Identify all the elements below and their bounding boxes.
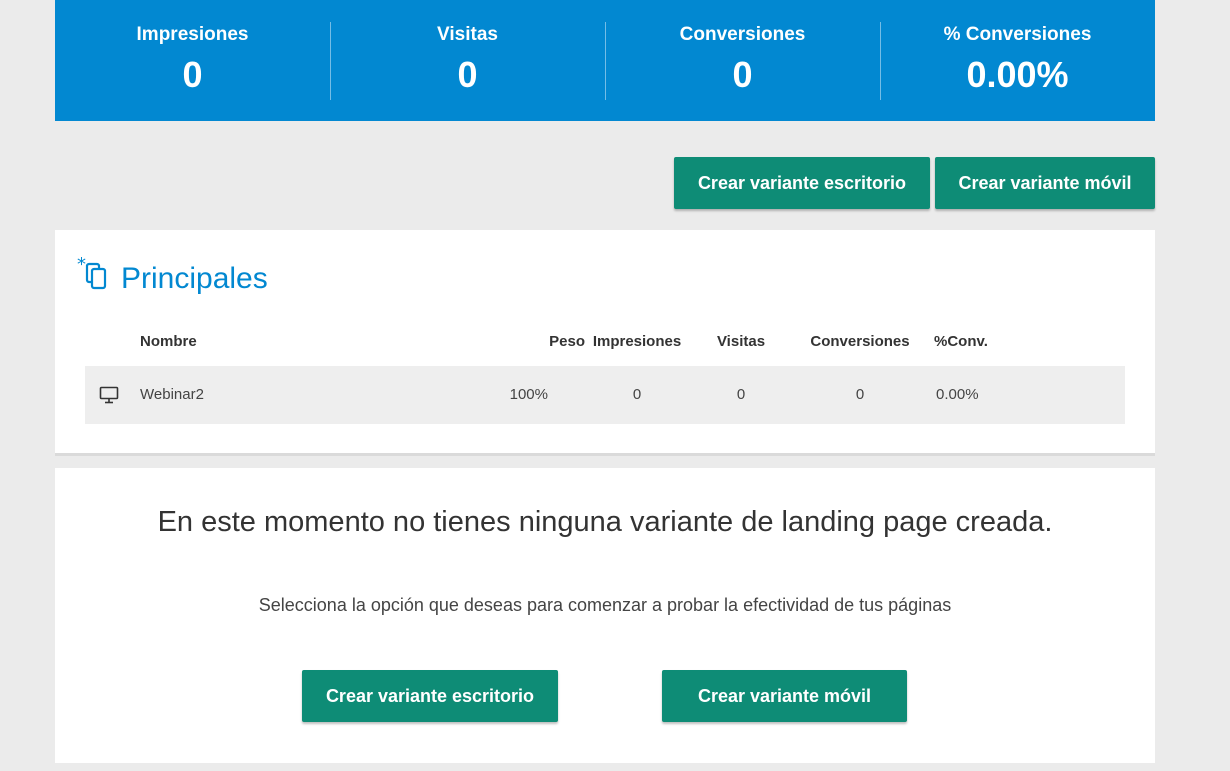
stat-value: 0 <box>182 54 203 95</box>
col-conv-pct: %Conv. <box>934 333 988 350</box>
svg-text:*: * <box>77 256 86 275</box>
stat-impresiones: Impresiones 0 <box>55 0 330 121</box>
table-row[interactable]: Webinar2 100% 0 0 0 0.00% <box>85 366 1125 424</box>
empty-create-desktop-variant-button[interactable]: Crear variante escritorio <box>302 670 558 722</box>
copy-pages-icon: * <box>77 254 117 301</box>
row-conv-pct: 0.00% <box>936 386 979 403</box>
empty-create-mobile-variant-button[interactable]: Crear variante móvil <box>662 670 907 722</box>
row-nombre[interactable]: Webinar2 <box>140 385 204 405</box>
panel-title-text: Principales <box>121 261 268 295</box>
variants-table-header: Nombre Peso Impresiones Visitas Conversi… <box>85 332 1125 352</box>
stat-label: Conversiones <box>679 24 806 45</box>
row-conversiones: 0 <box>855 386 865 403</box>
stat-conversion-rate: % Conversiones 0.00% <box>880 0 1155 121</box>
stat-label: Impresiones <box>136 24 249 45</box>
col-impresiones: Impresiones <box>592 333 682 350</box>
row-impresiones: 0 <box>632 386 642 403</box>
stats-bar: Impresiones 0 Visitas 0 Conversiones 0 %… <box>55 0 1155 121</box>
row-peso: 100% <box>509 386 548 403</box>
empty-state-subtitle: Selecciona la opción que deseas para com… <box>258 595 952 615</box>
stat-visitas: Visitas 0 <box>330 0 605 121</box>
empty-state-title: En este momento no tienes ninguna varian… <box>157 506 1053 538</box>
desktop-icon <box>99 386 119 410</box>
create-mobile-variant-button[interactable]: Crear variante móvil <box>935 157 1155 209</box>
stat-value: 0 <box>732 54 753 95</box>
col-peso: Peso <box>549 333 585 350</box>
col-conversiones: Conversiones <box>810 333 910 350</box>
stat-value: 0 <box>457 54 478 95</box>
stat-value: 0.00% <box>966 54 1069 95</box>
stat-label: % Conversiones <box>943 24 1092 45</box>
empty-state-panel: En este momento no tienes ninguna varian… <box>55 468 1155 763</box>
create-desktop-variant-button[interactable]: Crear variante escritorio <box>674 157 930 209</box>
stat-conversiones: Conversiones 0 <box>605 0 880 121</box>
stat-label: Visitas <box>437 24 498 45</box>
panel-title: * Principales <box>77 254 268 301</box>
row-visitas: 0 <box>736 386 746 403</box>
col-visitas: Visitas <box>716 333 766 350</box>
principales-panel: * Principales Nombre Peso Impresiones Vi… <box>55 230 1155 456</box>
col-nombre: Nombre <box>140 333 197 350</box>
